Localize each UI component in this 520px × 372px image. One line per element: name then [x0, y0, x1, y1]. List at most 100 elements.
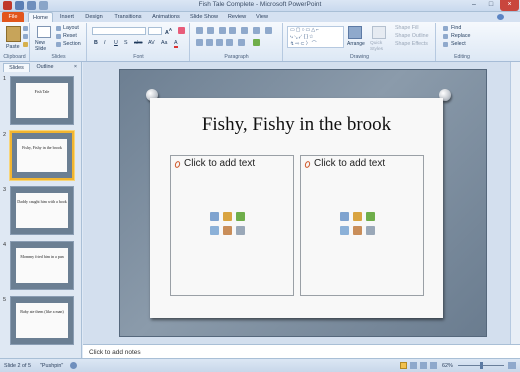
decrease-indent-icon[interactable]	[219, 27, 226, 34]
tab-view[interactable]: View	[252, 12, 272, 22]
copy-icon[interactable]	[23, 34, 28, 39]
insert-smartart-icon[interactable]	[366, 212, 375, 221]
insert-picture-icon[interactable]	[340, 226, 349, 235]
format-painter-icon[interactable]	[23, 42, 28, 47]
insert-table-icon[interactable]	[340, 212, 349, 221]
font-group: AA B I U S abc AV Aa A Font	[88, 23, 190, 61]
strikethrough-button[interactable]: abc	[134, 40, 143, 46]
arrange-button[interactable]: Arrange	[347, 41, 365, 47]
numbering-icon[interactable]	[207, 27, 214, 34]
grow-font-icon[interactable]: AA	[165, 27, 172, 36]
drawing-group: ▭▢○▭△⌐ ⤷↘↙{}☆ ↯⇨⊂〉⌒ Arrange Quick Styles S…	[284, 23, 436, 61]
quick-styles-button[interactable]: Quick Styles	[370, 41, 390, 53]
text-direction-icon[interactable]	[253, 27, 260, 34]
slide-thumbnail-4[interactable]: Mommy fried him in a pan	[10, 241, 74, 290]
font-name-select[interactable]	[92, 27, 146, 35]
section-button[interactable]: Section	[63, 41, 81, 47]
paste-icon[interactable]	[6, 26, 21, 42]
new-slide-icon[interactable]	[37, 26, 51, 38]
new-slide-button[interactable]: New Slide	[35, 40, 55, 52]
shape-outline-button[interactable]: Shape Outline	[395, 33, 429, 39]
font-size-select[interactable]	[148, 27, 162, 35]
shadow-button[interactable]: S	[124, 40, 128, 46]
layout-button[interactable]: Layout	[63, 25, 79, 31]
line-spacing-icon[interactable]	[241, 27, 248, 34]
align-text-icon[interactable]	[265, 27, 272, 34]
slide-show-icon[interactable]	[430, 362, 437, 369]
quick-styles-icon[interactable]	[372, 26, 386, 39]
slide-sorter-icon[interactable]	[410, 362, 417, 369]
reset-button[interactable]: Reset	[63, 33, 77, 39]
bullets-icon[interactable]	[196, 27, 203, 34]
italic-button[interactable]: I	[104, 40, 105, 46]
placeholder-text: Click to add text	[184, 158, 256, 169]
align-center-icon[interactable]	[206, 39, 213, 46]
align-right-icon[interactable]	[216, 39, 223, 46]
help-icon[interactable]	[497, 14, 504, 20]
convert-to-smartart-icon[interactable]	[253, 39, 260, 46]
paste-button[interactable]: Paste	[6, 44, 20, 50]
insert-table-icon[interactable]	[210, 212, 219, 221]
shape-effects-button[interactable]: Shape Effects	[395, 41, 428, 47]
zoom-slider-thumb[interactable]	[480, 362, 483, 369]
insert-chart-icon[interactable]	[223, 212, 232, 221]
right-content-placeholder[interactable]: Click to add text	[300, 155, 424, 296]
tab-transitions[interactable]: Transitions	[110, 12, 146, 22]
cut-icon[interactable]	[23, 26, 28, 31]
font-color-button[interactable]: A	[174, 40, 178, 48]
character-spacing-button[interactable]: AV	[148, 40, 155, 46]
notes-pane[interactable]: Click to add notes	[83, 344, 520, 358]
ribbon: Paste Clipboard New Slide Layout Reset S…	[0, 22, 520, 62]
justify-icon[interactable]	[226, 39, 233, 46]
thumbnail-page: Baby ate them (like a man)	[16, 303, 68, 338]
slide-title[interactable]: Fishy, Fishy in the brook	[150, 114, 443, 136]
align-left-icon[interactable]	[196, 39, 203, 46]
vertical-scrollbar[interactable]	[510, 62, 520, 344]
insert-clip-art-icon[interactable]	[353, 226, 362, 235]
clear-formatting-icon[interactable]	[178, 27, 185, 34]
shapes-gallery[interactable]: ▭▢○▭△⌐ ⤷↘↙{}☆ ↯⇨⊂〉⌒	[287, 26, 344, 48]
bold-button[interactable]: B	[94, 40, 98, 46]
pane-close-icon[interactable]: ×	[71, 63, 80, 72]
increase-indent-icon[interactable]	[229, 27, 236, 34]
arrange-icon[interactable]	[348, 26, 362, 39]
shape-fill-button[interactable]: Shape Fill	[395, 25, 419, 31]
spelling-check-icon[interactable]	[70, 362, 77, 369]
insert-picture-icon[interactable]	[210, 226, 219, 235]
normal-view-icon[interactable]	[400, 362, 407, 369]
select-button[interactable]: Select	[451, 41, 466, 47]
slide-thumbnail-1[interactable]: Fish Tale	[10, 76, 74, 125]
insert-chart-icon[interactable]	[353, 212, 362, 221]
minimize-button[interactable]: –	[466, 0, 482, 11]
slide-paper: Fishy, Fishy in the brook Click to add t…	[150, 98, 443, 318]
maximize-button[interactable]: □	[483, 0, 499, 11]
underline-button[interactable]: U	[114, 40, 118, 46]
tab-file[interactable]: File	[2, 12, 24, 22]
slide-thumbnail-5[interactable]: Baby ate them (like a man)	[10, 296, 74, 345]
change-case-button[interactable]: Aa	[161, 40, 167, 46]
insert-media-icon[interactable]	[366, 226, 375, 235]
columns-icon[interactable]	[238, 39, 245, 46]
tab-animations[interactable]: Animations	[148, 12, 184, 22]
slides-label: Slides	[51, 54, 66, 60]
tab-slide-show[interactable]: Slide Show	[187, 12, 221, 22]
slide-counter: Slide 2 of 5	[4, 363, 31, 369]
tab-home[interactable]: Home	[28, 12, 53, 22]
slide-thumbnail-3[interactable]: Daddy caught him with a hook	[10, 186, 74, 235]
close-button[interactable]: ×	[500, 0, 519, 11]
insert-clip-art-icon[interactable]	[223, 226, 232, 235]
tab-outline[interactable]: Outline	[31, 63, 59, 72]
fit-to-window-icon[interactable]	[508, 362, 516, 369]
slide-thumbnail-2[interactable]: Fishy, Fishy in the brook	[10, 131, 74, 180]
tab-slides[interactable]: Slides	[3, 63, 30, 72]
find-button[interactable]: Find	[451, 25, 461, 31]
insert-smartart-icon[interactable]	[236, 212, 245, 221]
zoom-level[interactable]: 62%	[442, 363, 453, 369]
tab-design[interactable]: Design	[81, 12, 107, 22]
insert-media-icon[interactable]	[236, 226, 245, 235]
replace-button[interactable]: Replace	[451, 33, 470, 39]
tab-review[interactable]: Review	[225, 12, 249, 22]
reading-view-icon[interactable]	[420, 362, 427, 369]
left-content-placeholder[interactable]: Click to add text	[170, 155, 294, 296]
tab-insert[interactable]: Insert	[55, 12, 79, 22]
